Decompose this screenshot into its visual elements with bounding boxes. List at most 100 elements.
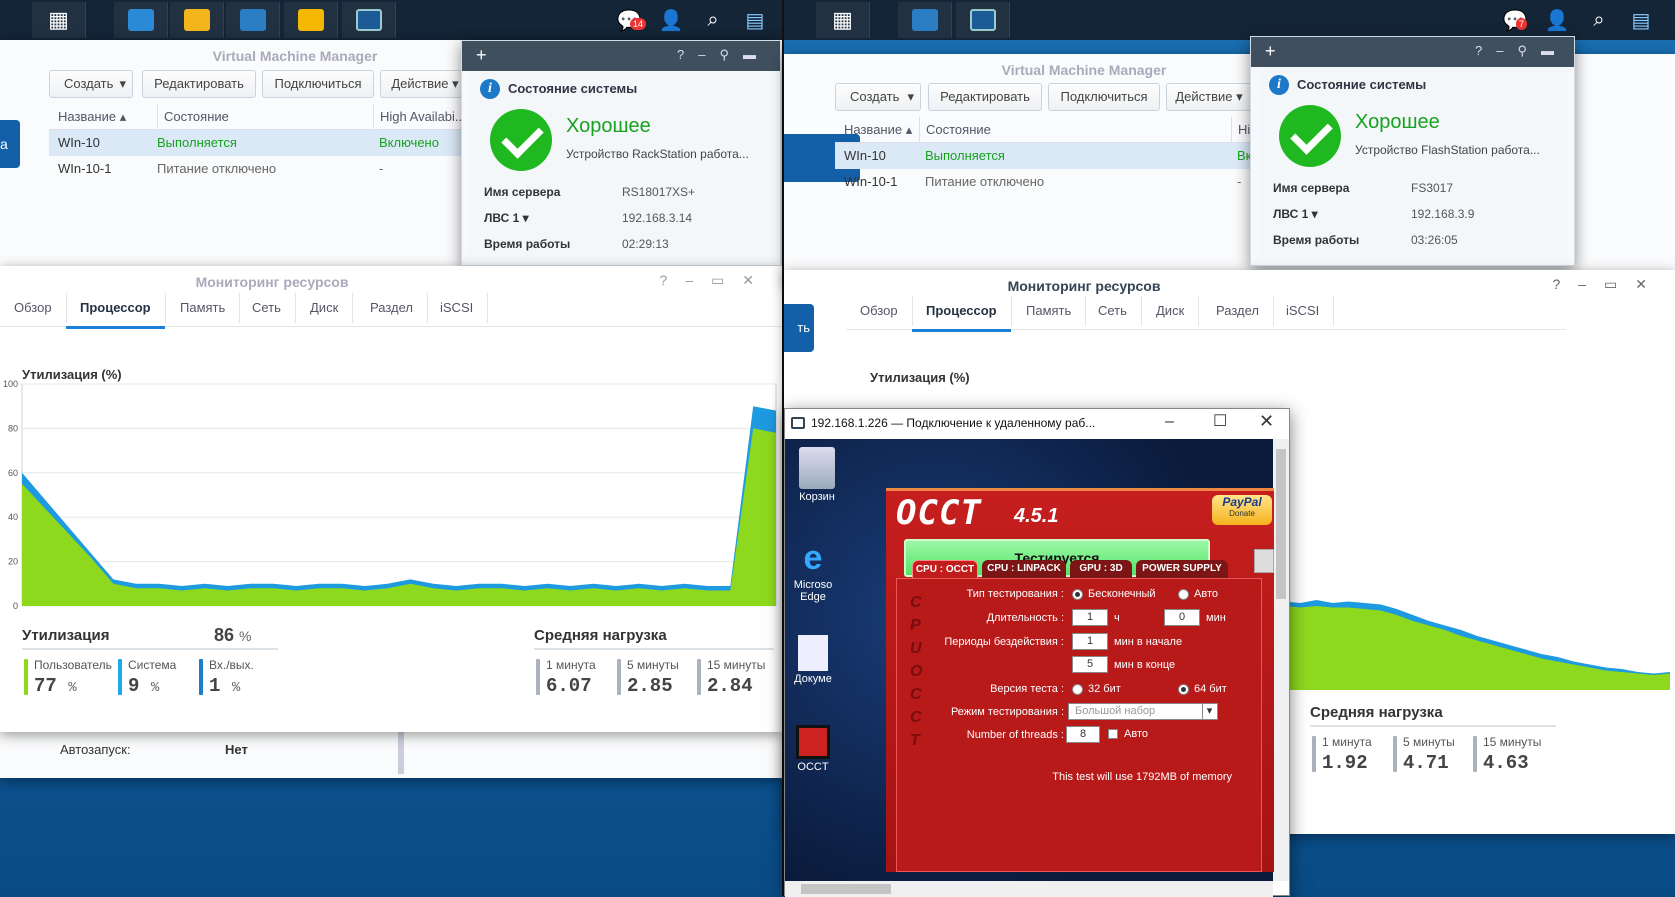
connect-button[interactable]: Подключиться bbox=[1048, 83, 1160, 111]
add-widget-icon[interactable]: + bbox=[1265, 41, 1276, 62]
main-menu-button[interactable]: ▦ bbox=[816, 2, 870, 38]
taskbar-app-4[interactable] bbox=[284, 2, 338, 38]
radio-infinite[interactable] bbox=[1072, 589, 1083, 600]
radio-32bit[interactable] bbox=[1072, 684, 1083, 695]
search-icon[interactable]: ⌕ bbox=[1584, 6, 1614, 34]
detail-scrollbar[interactable] bbox=[398, 730, 404, 774]
lan-label[interactable]: ЛВС 1 ▾ bbox=[484, 211, 529, 225]
maximize-button[interactable]: ☐ bbox=[1213, 411, 1227, 431]
edit-button[interactable]: Редактировать bbox=[928, 83, 1042, 111]
window-controls[interactable]: ?–▭✕ bbox=[1552, 276, 1665, 293]
duration-minutes-input[interactable]: 0 bbox=[1164, 609, 1200, 626]
col-state[interactable]: Состояние bbox=[919, 117, 991, 143]
file-station-icon bbox=[297, 9, 324, 31]
tab-overview[interactable]: Обзор bbox=[0, 293, 67, 323]
sidebar-button[interactable]: a bbox=[0, 120, 20, 168]
vertical-scrollbar[interactable] bbox=[1273, 439, 1289, 881]
scroll-thumb[interactable] bbox=[1276, 449, 1286, 599]
tab-memory[interactable]: Память bbox=[1012, 296, 1087, 326]
widget-controls[interactable]: ?–⚲▬ bbox=[677, 47, 770, 63]
document-icon[interactable]: Докуме bbox=[785, 635, 841, 685]
user-icon[interactable]: 👤 bbox=[656, 6, 686, 34]
duration-label: Длительность : bbox=[986, 612, 1064, 624]
close-button[interactable]: ✕ bbox=[1259, 411, 1274, 432]
col-ha[interactable]: High Availabi... bbox=[373, 104, 466, 130]
tab-power-supply[interactable]: POWER SUPPLY bbox=[1136, 560, 1228, 578]
edge-icon[interactable]: e Microso Edge bbox=[785, 539, 841, 603]
window-controls[interactable]: ?–▭✕ bbox=[659, 272, 772, 289]
tab-gpu-3d[interactable]: GPU : 3D bbox=[1070, 560, 1132, 578]
threads-auto-label: Авто bbox=[1124, 728, 1148, 740]
widgets-icon[interactable]: ▤ bbox=[740, 6, 770, 34]
main-menu-button[interactable]: ▦ bbox=[32, 2, 86, 38]
chat-icon[interactable]: 💬 14 bbox=[614, 6, 647, 34]
tab-disk[interactable]: Диск bbox=[296, 293, 354, 323]
taskbar-app-5[interactable] bbox=[342, 2, 396, 38]
edit-button[interactable]: Редактировать bbox=[142, 70, 256, 98]
cpu-chart: 0 20 40 60 80 100 bbox=[3, 379, 777, 611]
table-header: Название ▴ Состояние High Availabi... bbox=[49, 104, 469, 130]
taskbar-app-2[interactable] bbox=[170, 2, 224, 38]
add-widget-icon[interactable]: + bbox=[476, 45, 487, 66]
table-row[interactable]: WIn-10 Выполняется Вкл bbox=[835, 143, 1259, 169]
tab-cpu-linpack[interactable]: CPU : LINPACK bbox=[982, 560, 1066, 578]
create-button[interactable]: Создать ▾ bbox=[49, 70, 133, 98]
tab-partition[interactable]: Раздел bbox=[356, 293, 428, 323]
widgets-icon[interactable]: ▤ bbox=[1626, 6, 1656, 34]
table-row[interactable]: WIn-10 Выполняется Включено bbox=[49, 130, 469, 156]
widget-controls[interactable]: ?–⚲▬ bbox=[1475, 43, 1568, 59]
recycle-bin-icon[interactable]: Корзин bbox=[789, 447, 845, 503]
chat-icon[interactable]: 💬 7 bbox=[1500, 6, 1530, 34]
tab-network[interactable]: Сеть bbox=[1084, 296, 1142, 326]
table-row[interactable]: WIn-10-1 Питание отключено - bbox=[835, 169, 1255, 195]
duration-hours-input[interactable]: 1 bbox=[1072, 609, 1108, 626]
tab-network[interactable]: Сеть bbox=[238, 293, 296, 323]
idle-end-input[interactable]: 5 bbox=[1072, 656, 1108, 673]
left-taskbar: ▦ 💬 14 👤 ⌕ ▤ bbox=[0, 0, 784, 40]
scroll-thumb[interactable] bbox=[801, 884, 891, 894]
col-name[interactable]: Название ▴ bbox=[844, 117, 912, 143]
user-label: Пользователь bbox=[34, 658, 112, 672]
col-name[interactable]: Название ▴ bbox=[58, 104, 126, 130]
secondary-button[interactable] bbox=[1254, 549, 1274, 573]
tab-iscsi[interactable]: iSCSI bbox=[426, 293, 489, 323]
occt-logo: OCCT bbox=[896, 493, 982, 533]
paypal-donate-button[interactable]: PayPal Donate bbox=[1212, 495, 1272, 525]
connect-button[interactable]: Подключиться bbox=[262, 70, 374, 98]
tab-memory[interactable]: Память bbox=[166, 293, 241, 323]
create-button[interactable]: Создать ▾ bbox=[835, 83, 921, 111]
occt-shortcut-icon[interactable]: OCCT bbox=[785, 725, 841, 773]
mode-select[interactable]: Большой набор ▾ bbox=[1068, 703, 1218, 720]
tab-processor[interactable]: Процессор bbox=[912, 296, 1012, 332]
col-state[interactable]: Состояние bbox=[157, 104, 229, 130]
taskbar-app-2[interactable] bbox=[956, 2, 1010, 38]
idle-start-input[interactable]: 1 bbox=[1072, 633, 1108, 650]
threads-label: Number of threads : bbox=[966, 729, 1064, 741]
tab-overview[interactable]: Обзор bbox=[846, 296, 913, 326]
tab-disk[interactable]: Диск bbox=[1142, 296, 1200, 326]
lan-label[interactable]: ЛВС 1 ▾ bbox=[1273, 207, 1318, 221]
left-status-widget: + ?–⚲▬ i Состояние системы Хорошее Устро… bbox=[461, 40, 781, 266]
radio-auto[interactable] bbox=[1178, 589, 1189, 600]
status-desc: Устройство FlashStation работа... bbox=[1355, 143, 1540, 157]
radio-64bit[interactable] bbox=[1178, 684, 1189, 695]
action-button[interactable]: Действие ▾ bbox=[1166, 83, 1252, 111]
user-icon[interactable]: 👤 bbox=[1542, 6, 1572, 34]
tab-processor[interactable]: Процессор bbox=[66, 293, 166, 329]
taskbar-app-1[interactable] bbox=[114, 2, 168, 38]
tab-iscsi[interactable]: iSCSI bbox=[1272, 296, 1335, 326]
minimize-button[interactable]: – bbox=[1165, 413, 1174, 431]
io-label: Вх./вых. bbox=[209, 658, 254, 672]
sidebar-button[interactable]: ть bbox=[784, 304, 814, 352]
tab-partition[interactable]: Раздел bbox=[1202, 296, 1274, 326]
tab-cpu-occt[interactable]: CPU : OCCT bbox=[912, 560, 978, 578]
chevron-down-icon: ▾ bbox=[1202, 704, 1216, 719]
taskbar-app-1[interactable] bbox=[898, 2, 952, 38]
action-button[interactable]: Действие ▾ bbox=[380, 70, 470, 98]
threads-input[interactable]: 8 bbox=[1066, 726, 1100, 743]
search-icon[interactable]: ⌕ bbox=[698, 6, 728, 34]
table-row[interactable]: WIn-10-1 Питание отключено - bbox=[49, 156, 469, 182]
threads-auto-checkbox[interactable] bbox=[1108, 729, 1118, 739]
taskbar-app-3[interactable] bbox=[226, 2, 280, 38]
horizontal-scrollbar[interactable] bbox=[785, 881, 1273, 897]
